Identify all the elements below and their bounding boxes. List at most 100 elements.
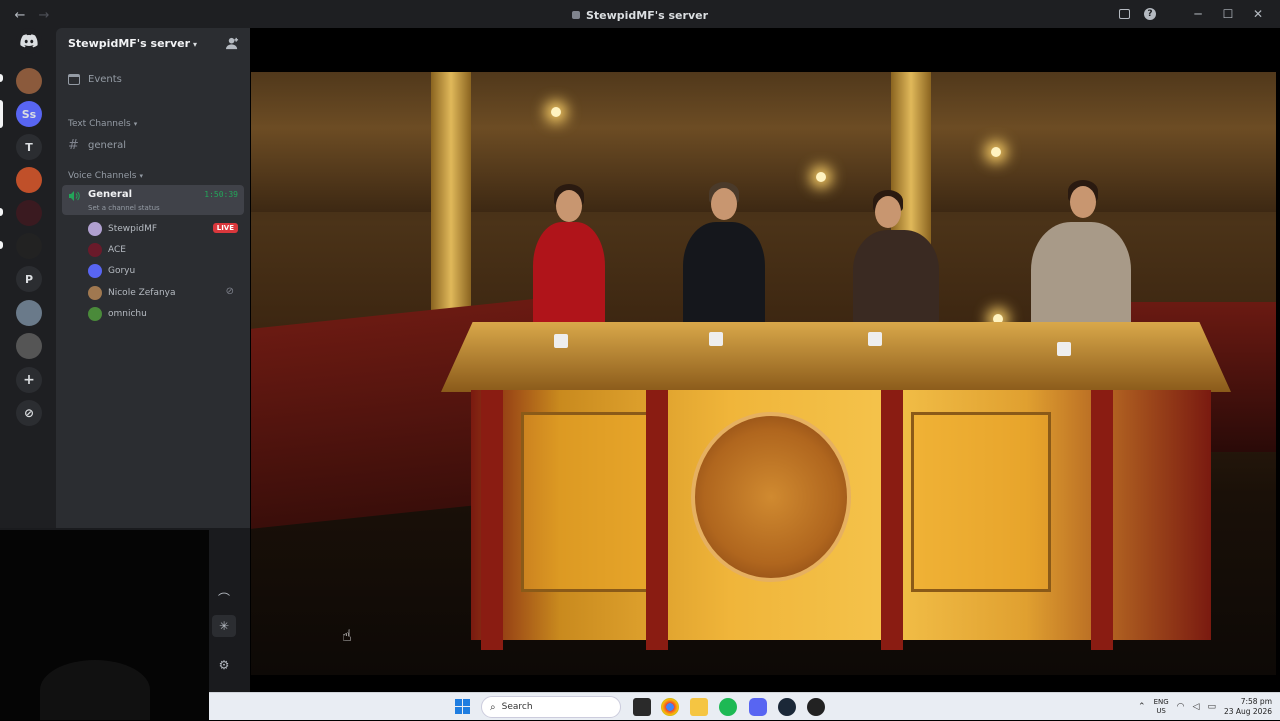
chevron-down-icon: ▾ [193, 40, 198, 49]
member-name: ACE [108, 245, 126, 255]
member-name: omnichu [108, 309, 147, 319]
voice-channel-name: General [88, 189, 132, 200]
voice-timer: 1:50:39 [204, 190, 238, 199]
voice-member[interactable]: omnichu [88, 306, 238, 322]
category-label: Voice Channels [68, 171, 137, 181]
chevron-down-icon: ▾ [139, 172, 143, 180]
task-view-icon[interactable] [633, 698, 651, 716]
taskbar-search[interactable]: ⌕ Search [481, 696, 621, 718]
unread-pill [0, 74, 3, 82]
disconnect-icon[interactable]: ⌒ [212, 587, 236, 609]
desk-leg [1091, 390, 1113, 650]
server-icon-p[interactable]: P [16, 266, 42, 292]
time-text: 7:58 pm [1240, 697, 1272, 706]
host-head [1070, 186, 1096, 218]
desk-panel [521, 412, 661, 592]
server-icon-4[interactable] [16, 167, 42, 193]
file-explorer-icon[interactable] [690, 698, 708, 716]
mouse-cursor-icon: ☝ [342, 626, 352, 645]
windows-taskbar: ⌕ Search ⌃ ENG US ◠ ◁ ▭ 7:58 pm 23 Aug 2… [209, 692, 1280, 720]
server-header[interactable]: StewpidMF's server ▾ [56, 28, 250, 60]
host-head [556, 190, 582, 222]
avatar [88, 307, 102, 321]
date-text: 23 Aug 2026 [1223, 707, 1272, 716]
webcam-figure [40, 660, 150, 720]
add-member-icon[interactable] [226, 37, 240, 51]
server-icon-6[interactable] [16, 233, 42, 259]
stream-video[interactable] [251, 72, 1276, 675]
webcam-overlay [0, 530, 209, 720]
channel-general[interactable]: # general [68, 138, 126, 153]
language-indicator[interactable]: ENG US [1154, 698, 1169, 716]
avatar [88, 243, 102, 257]
desk-top [441, 322, 1231, 392]
hash-icon: # [68, 138, 79, 153]
gear-icon[interactable]: ⚙ [212, 654, 236, 676]
mug [709, 332, 723, 346]
server-icon-ss[interactable]: Ss [16, 101, 42, 127]
discord-home-icon[interactable] [16, 28, 42, 54]
member-name: Nicole Zefanya [108, 288, 176, 298]
mug [868, 332, 882, 346]
clock[interactable]: 7:58 pm 23 Aug 2026 [1224, 697, 1272, 717]
volume-icon[interactable]: ◁ [1193, 702, 1200, 712]
discord-taskbar-icon[interactable] [749, 698, 767, 716]
server-icon-5[interactable] [16, 200, 42, 226]
channel-sidebar: StewpidMF's server ▾ Events Text Channels… [56, 28, 250, 528]
avatar [88, 222, 102, 236]
voice-channels-category[interactable]: Voice Channels ▾ [68, 171, 143, 181]
calendar-icon [68, 74, 80, 85]
channel-label: general [88, 140, 127, 151]
desk-panel [911, 412, 1051, 592]
activity-icon[interactable]: ✳ [212, 615, 236, 637]
host-head [711, 188, 737, 220]
title-bar-actions: ? ─ ☐ ✕ [1119, 7, 1266, 21]
host-head [875, 196, 901, 228]
category-label: Text Channels [68, 119, 131, 129]
chevron-up-icon[interactable]: ⌃ [1138, 702, 1146, 712]
server-icon-8[interactable] [16, 300, 42, 326]
events-item[interactable]: Events [68, 74, 122, 85]
voice-channel-general[interactable]: General 1:50:39 Set a channel status [62, 185, 244, 215]
wifi-icon[interactable]: ◠ [1177, 702, 1185, 712]
stream-viewer[interactable] [250, 28, 1280, 692]
desk-leg [646, 390, 668, 650]
inbox-icon[interactable] [1119, 9, 1130, 19]
app-icon[interactable] [807, 698, 825, 716]
server-icon-1[interactable] [16, 68, 42, 94]
region-code: US [1156, 707, 1166, 715]
add-server-icon[interactable]: + [16, 367, 42, 393]
window-title: StewpidMF's server [0, 9, 1280, 22]
chrome-icon[interactable] [661, 698, 679, 716]
steam-icon[interactable] [778, 698, 796, 716]
studio-light [991, 147, 1001, 157]
battery-icon[interactable]: ▭ [1207, 702, 1216, 712]
help-icon[interactable]: ? [1144, 8, 1156, 20]
avatar [88, 286, 102, 300]
text-channels-category[interactable]: Text Channels ▾ [68, 119, 137, 129]
selected-pill [0, 100, 3, 128]
server-icon-t[interactable]: T [16, 134, 42, 160]
studio-ceiling [251, 72, 1276, 212]
minimize-button[interactable]: ─ [1190, 7, 1206, 21]
voice-member[interactable]: StewpidMF LIVE [88, 221, 238, 237]
close-button[interactable]: ✕ [1250, 7, 1266, 21]
chevron-down-icon: ▾ [133, 120, 138, 128]
voice-member[interactable]: Goryu [88, 263, 238, 279]
explore-icon[interactable]: ⊘ [16, 400, 42, 426]
studio-light [551, 107, 561, 117]
voice-member[interactable]: ACE [88, 242, 238, 258]
server-rail: Ss T P + ⊘ [0, 28, 56, 528]
server-icon [571, 11, 580, 19]
host-figure [683, 222, 765, 332]
server-icon-9[interactable] [16, 333, 42, 359]
member-name: StewpidMF [108, 224, 158, 234]
windows-start-icon[interactable] [454, 698, 472, 716]
spotify-icon[interactable] [719, 698, 737, 716]
mug [554, 334, 568, 348]
maximize-button[interactable]: ☐ [1220, 7, 1236, 21]
channel-status-input[interactable]: Set a channel status [88, 204, 160, 212]
voice-member[interactable]: Nicole Zefanya ⊘ [88, 285, 238, 301]
host-figure [533, 222, 605, 332]
desk-leg [881, 390, 903, 650]
